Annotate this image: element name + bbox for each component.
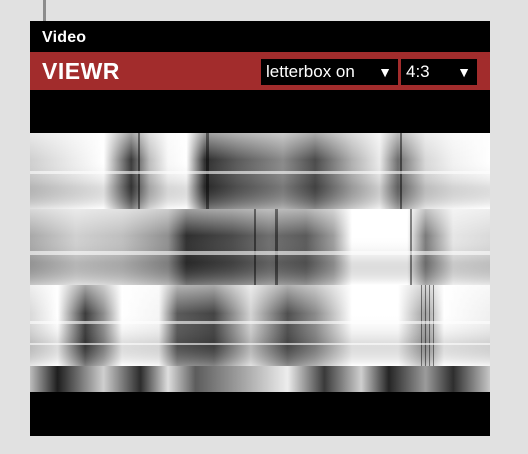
aspect-ratio-dropdown-value: 4:3 [406,62,430,81]
letterbox-dropdown[interactable]: letterbox on ▼ [261,59,398,85]
module-title: Video [42,29,87,46]
video-frame [30,133,490,392]
chevron-down-icon: ▼ [457,64,471,80]
video-module: Video VIEWR letterbox on ▼ 4:3 ▼ [30,21,490,436]
chevron-down-icon: ▼ [378,64,392,80]
module-name: VIEWR [42,58,120,84]
letterbox-dropdown-value: letterbox on [266,62,355,81]
module-header-bar: VIEWR letterbox on ▼ 4:3 ▼ [30,52,490,90]
aspect-ratio-dropdown[interactable]: 4:3 ▼ [401,59,477,85]
patch-cord[interactable] [43,0,46,21]
video-viewer [30,90,490,436]
